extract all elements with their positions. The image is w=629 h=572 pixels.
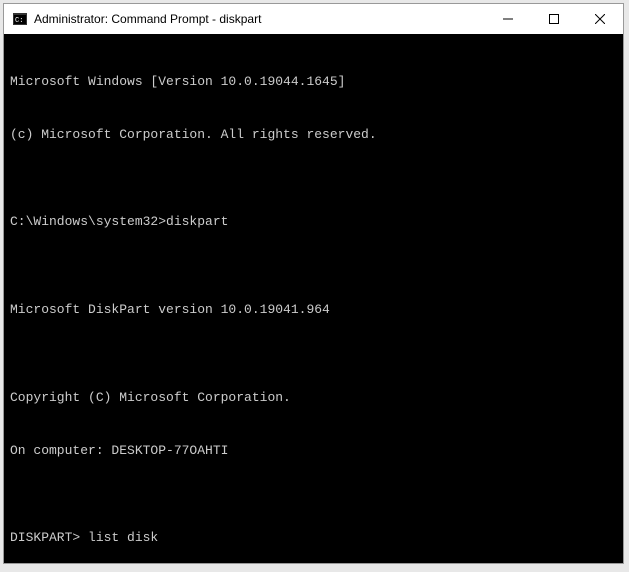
output-line: On computer: DESKTOP-77OAHTI — [10, 442, 617, 460]
titlebar[interactable]: C: Administrator: Command Prompt - diskp… — [4, 4, 623, 34]
prompt-line: DISKPART> list disk — [10, 529, 617, 547]
output-line: Microsoft Windows [Version 10.0.19044.16… — [10, 73, 617, 91]
svg-text:C:: C: — [15, 17, 23, 25]
prompt-line: C:\Windows\system32>diskpart — [10, 213, 617, 231]
terminal-body[interactable]: Microsoft Windows [Version 10.0.19044.16… — [4, 34, 623, 563]
output-line: (c) Microsoft Corporation. All rights re… — [10, 126, 617, 144]
close-button[interactable] — [577, 4, 623, 34]
window-title: Administrator: Command Prompt - diskpart — [34, 12, 485, 26]
output-line: Copyright (C) Microsoft Corporation. — [10, 389, 617, 407]
output-line: Microsoft DiskPart version 10.0.19041.96… — [10, 301, 617, 319]
window-controls — [485, 4, 623, 34]
command-prompt-window: C: Administrator: Command Prompt - diskp… — [3, 3, 624, 564]
maximize-button[interactable] — [531, 4, 577, 34]
minimize-button[interactable] — [485, 4, 531, 34]
app-icon: C: — [12, 11, 28, 27]
